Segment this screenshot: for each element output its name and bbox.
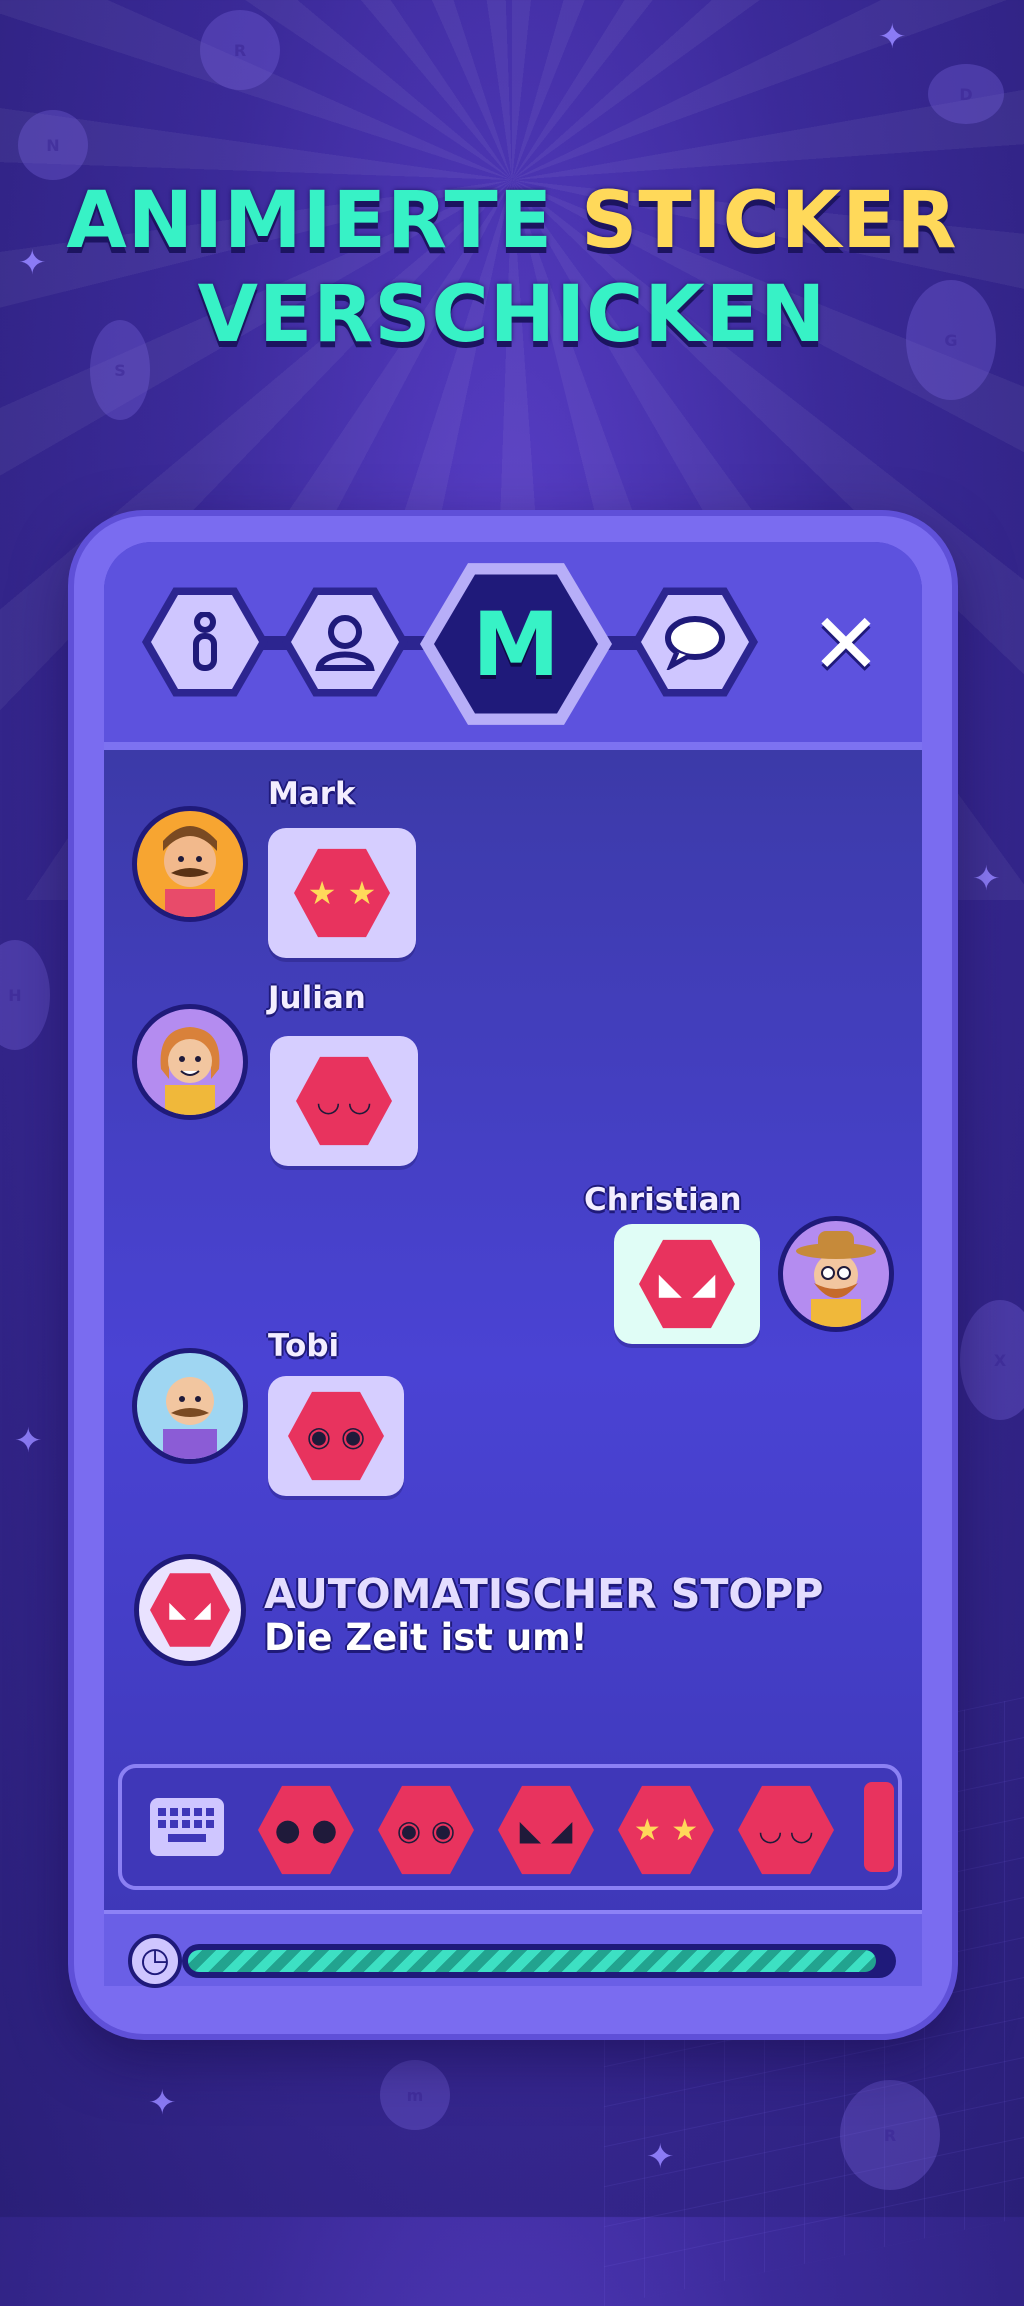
angry-sticker-button[interactable]: ◣ ◢: [498, 1785, 594, 1875]
sticker-message[interactable]: ★ ★: [268, 828, 416, 958]
star-eyes-sticker-button[interactable]: ★ ★: [618, 1785, 714, 1875]
party-sticker-button[interactable]: ◡ ◡: [738, 1785, 834, 1875]
background-coin: H: [0, 940, 50, 1050]
sticker-message[interactable]: ◡ ◡: [270, 1036, 418, 1166]
sparkle-icon: ✦: [878, 17, 907, 57]
background-coin: N: [18, 110, 88, 180]
letter-m-icon: M: [434, 574, 598, 714]
sender-name: Tobi: [268, 1328, 340, 1364]
more-sticker-button[interactable]: [864, 1782, 894, 1872]
sender-name: Julian: [268, 980, 366, 1016]
clock-icon: ◷: [128, 1934, 182, 1988]
sparkle-icon: ✦: [972, 859, 1001, 899]
headline-line-2: VERSCHICKEN: [197, 270, 827, 360]
sparkle-icon: ✦: [148, 2083, 177, 2123]
timer-progress-bar: [182, 1944, 896, 1978]
sticker-tray: ● ● ◉ ◉ ◣ ◢ ★ ★ ◡ ◡: [118, 1764, 902, 1890]
user-icon: [291, 595, 399, 689]
system-message-title: AUTOMATISCHER STOPP: [264, 1570, 824, 1618]
avatar: [132, 1004, 248, 1120]
close-button[interactable]: ✕: [806, 602, 886, 686]
sparkle-icon: ✦: [14, 1421, 43, 1461]
stop-sign-icon: ◣ ◢: [134, 1554, 246, 1666]
sparkle-icon: ✦: [646, 2137, 675, 2177]
surprised-sticker-button[interactable]: ● ●: [258, 1785, 354, 1875]
keyboard-button[interactable]: [150, 1798, 224, 1856]
background-coin: m: [380, 2060, 450, 2130]
headline-line-1: ANIMIERTE STICKER: [0, 176, 1024, 266]
background-coin: D: [928, 64, 1004, 124]
avatar: [778, 1216, 894, 1332]
system-message-subtitle: Die Zeit ist um!: [264, 1616, 588, 1659]
background-coin: R: [200, 10, 280, 90]
headline-word-teal: ANIMIERTE: [66, 176, 554, 266]
star-eyes-sticker-icon: ★ ★: [294, 848, 390, 938]
avatar: [132, 1348, 248, 1464]
party-sticker-icon: ◡ ◡: [296, 1056, 392, 1146]
sticker-message[interactable]: ◉ ◉: [268, 1376, 404, 1496]
timer-progress-fill: [188, 1950, 876, 1972]
chat-bubble-icon: [641, 595, 749, 689]
silly-sticker-icon: ◉ ◉: [288, 1391, 384, 1481]
keyboard-icon: [158, 1808, 214, 1842]
background-coin: R: [840, 2080, 940, 2190]
silly-sticker-button[interactable]: ◉ ◉: [378, 1785, 474, 1875]
tab-game-label: M: [472, 592, 560, 696]
sticker-message-own[interactable]: ◣ ◢: [614, 1224, 760, 1344]
background-coin: X: [960, 1300, 1024, 1420]
avatar: [132, 806, 248, 922]
info-icon: [151, 595, 259, 689]
sender-name: Mark: [268, 776, 356, 812]
sender-name: Christian: [584, 1182, 742, 1218]
angry-sticker-icon: ◣ ◢: [639, 1239, 735, 1329]
headline-word-yellow: STICKER: [581, 176, 958, 266]
